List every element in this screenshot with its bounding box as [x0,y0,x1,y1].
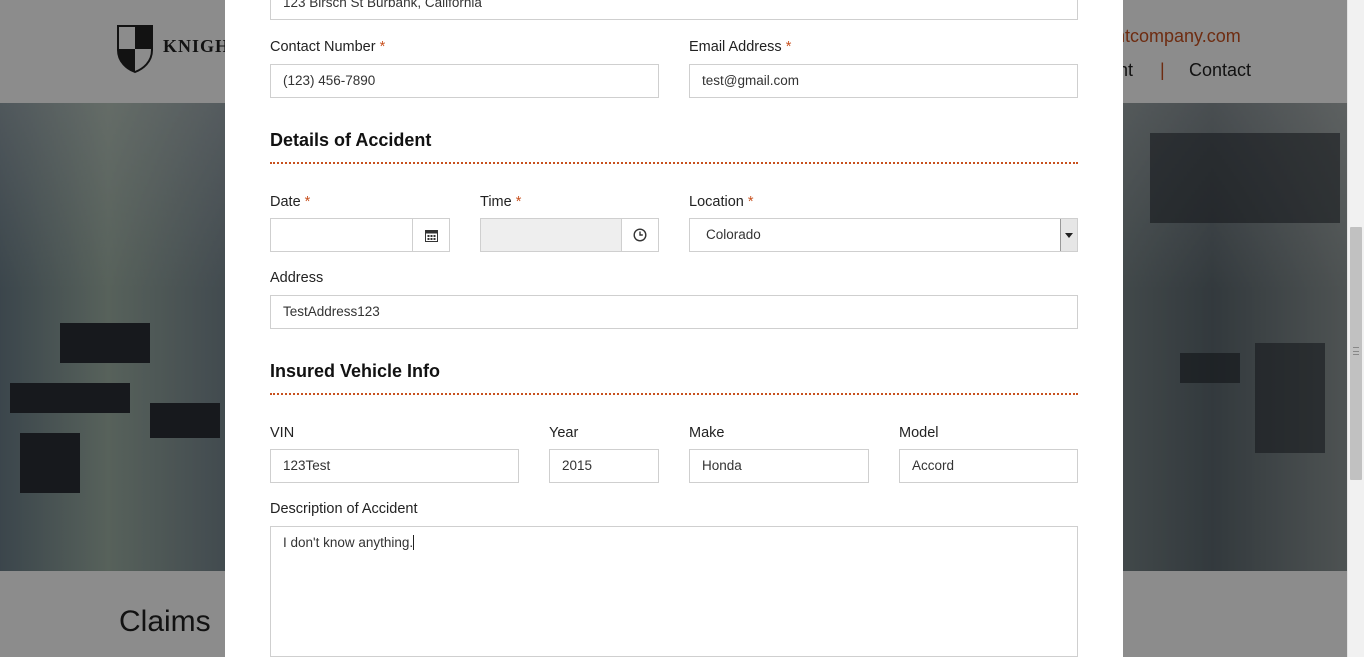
location-select[interactable]: Colorado [689,218,1078,252]
calendar-icon [424,229,438,242]
scrollbar-thumb[interactable] [1350,227,1362,480]
vin-label: VIN [270,425,295,441]
description-text: I don't know anything. [283,535,414,550]
accident-address-label: Address [270,270,324,286]
street-address-input[interactable]: 123 Birsch St Burbank, California [270,0,1078,20]
location-label: Location * [689,194,754,210]
text-caret [413,535,415,550]
location-selected-value: Colorado [706,227,761,242]
description-label: Description of Accident [270,501,418,517]
contact-number-input[interactable]: (123) 456-7890 [270,64,659,98]
date-input[interactable] [270,218,414,252]
page-scrollbar[interactable] [1347,0,1364,657]
email-input[interactable]: test@gmail.com [689,64,1078,98]
model-input[interactable]: Accord [899,449,1078,483]
description-textarea[interactable]: I don't know anything. [270,526,1078,657]
model-label: Model [899,425,939,441]
year-input[interactable]: 2015 [549,449,659,483]
claim-form-modal: 123 Birsch St Burbank, California Contac… [225,0,1123,657]
section-divider [270,393,1078,395]
section-divider [270,162,1078,164]
date-picker-button[interactable] [412,218,450,252]
year-label: Year [549,425,579,441]
time-label: Time * [480,194,522,210]
make-input[interactable]: Honda [689,449,869,483]
email-label: Email Address * [689,39,792,55]
accident-address-input[interactable]: TestAddress123 [270,295,1078,329]
chevron-down-icon[interactable] [1060,219,1077,251]
scroll-grip-icon [1353,347,1359,355]
time-picker-button[interactable] [621,218,659,252]
date-label: Date * [270,194,311,210]
section-title-vehicle: Insured Vehicle Info [270,361,441,381]
section-title-accident: Details of Accident [270,130,432,150]
make-label: Make [689,425,725,441]
time-input[interactable] [480,218,622,252]
vin-input[interactable]: 123Test [270,449,519,483]
contact-number-label: Contact Number * [270,39,386,55]
clock-icon [633,228,647,242]
